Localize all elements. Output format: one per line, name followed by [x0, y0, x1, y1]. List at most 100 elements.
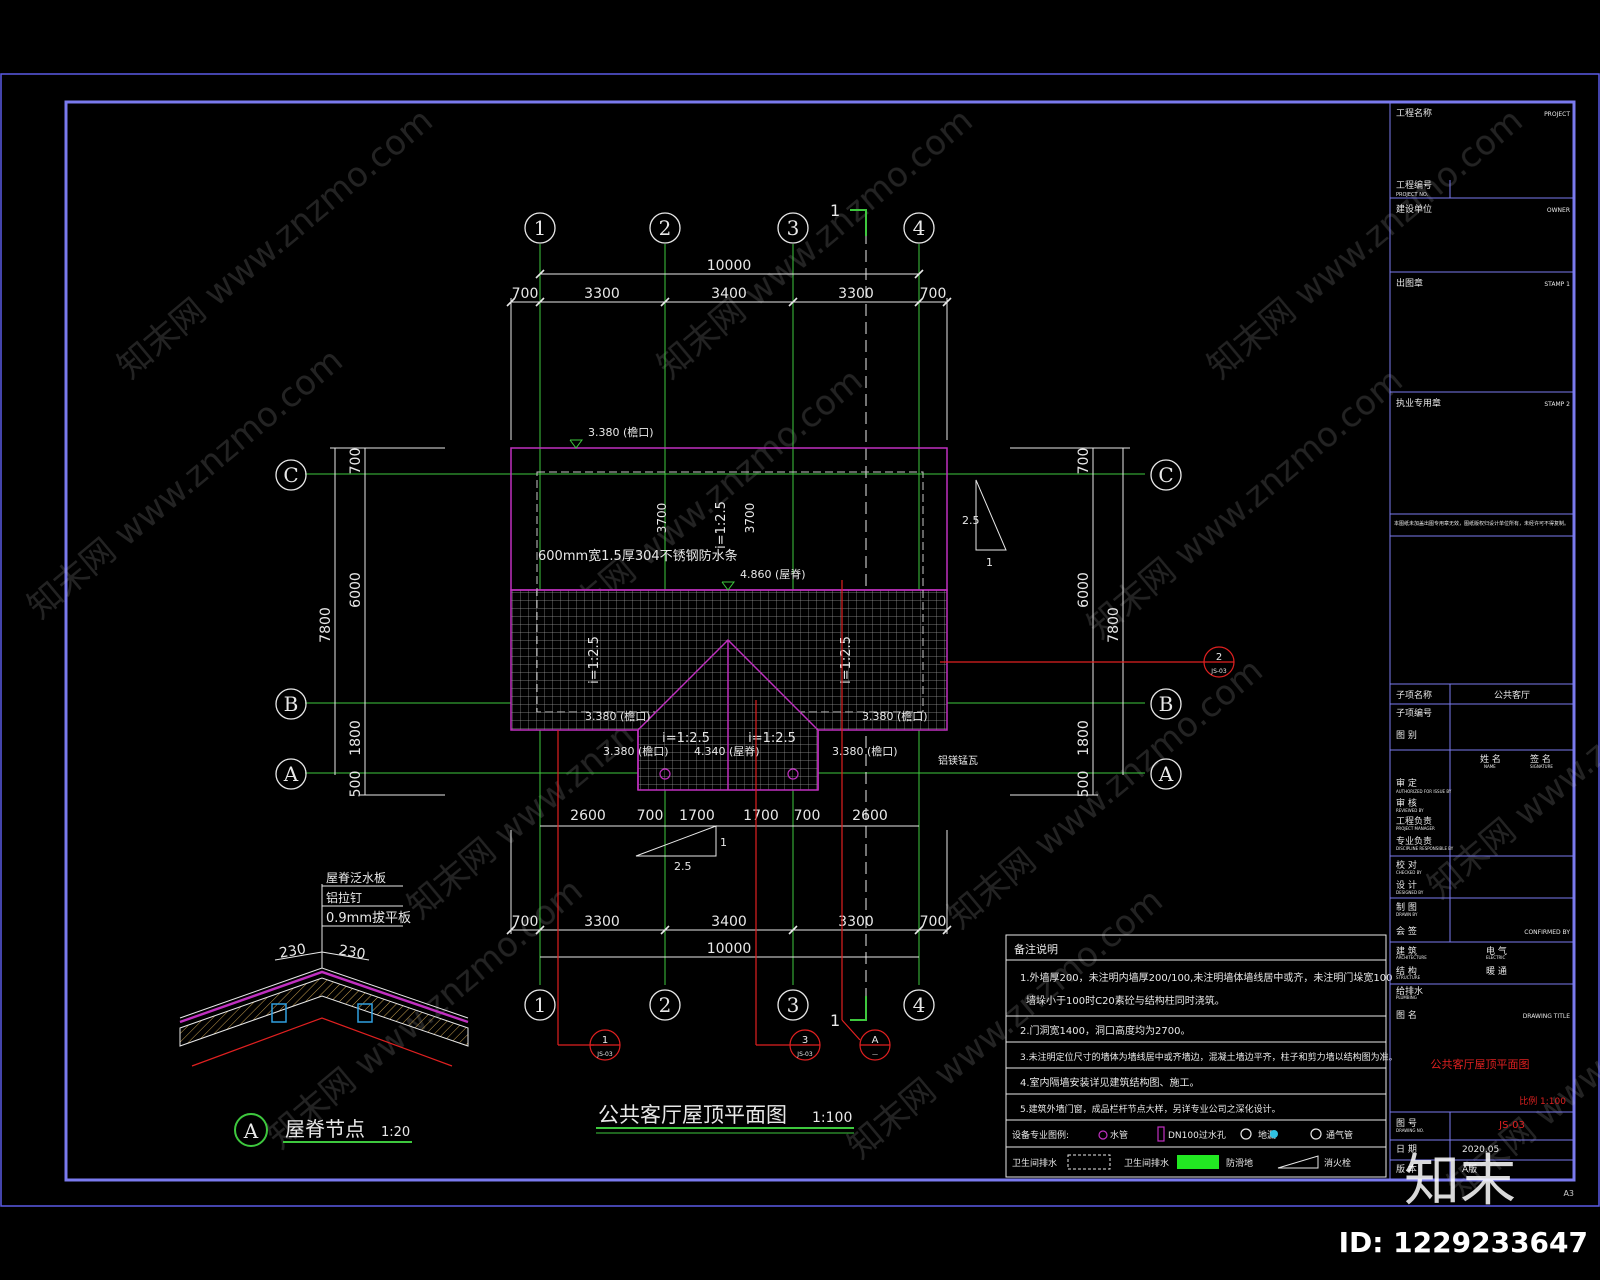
dim-right-seg-1: 700 [1076, 448, 1092, 475]
legend1-label: 设备专业图例: [1012, 1129, 1069, 1141]
tb-drawtitle-val: 公共客厅屋顶平面图 [1431, 1057, 1530, 1071]
tb-arch-en: ARCHITECTURE [1396, 955, 1427, 960]
main-title-scale: 1:100 [812, 1110, 852, 1126]
section-mark-bottom: 1 [830, 1011, 840, 1030]
tb-project-no-en: PROJECT NO. [1396, 192, 1429, 198]
detail-label-rivet: 铝拉钉 [326, 890, 362, 905]
dim-top-seg-5: 700 [920, 286, 947, 302]
note-2: 2.门洞宽1400，洞口高度均为2700。 [1020, 1024, 1190, 1037]
slope-porch-left: i=1:2.5 [662, 731, 710, 746]
tb-subproject-val: 公共客厅 [1494, 689, 1530, 701]
elev-top: 3.380 (檐口) [588, 425, 654, 439]
main-title: 公共客厅屋顶平面图 [598, 1103, 787, 1127]
tb-conf-en: CONFIRMED BY [1524, 929, 1570, 936]
axis-2-top: 2 [659, 216, 672, 240]
watermark-text: 知末网 www.znzmo.com [110, 100, 441, 386]
dim-inner-3700-b: 3700 [743, 503, 757, 534]
tb-review-en: REVIEWED BY [1396, 808, 1424, 813]
tb-subproject: 子项名称 [1396, 689, 1432, 701]
water-pipe-icon [1098, 1130, 1108, 1140]
detail-dim-right: 230 [337, 942, 366, 962]
dim-left-seg-4: 500 [348, 771, 364, 798]
detail-label-flashing: 屋脊泛水板 [326, 871, 386, 885]
tb-pm-en: PROJECT MANAGER [1396, 826, 1435, 831]
callout-a-num: A [872, 1035, 879, 1046]
axis-a-right: A [1158, 762, 1174, 786]
dim-porch-seg-6: 2600 [852, 808, 888, 824]
dim-top-seg-4: 3300 [838, 286, 874, 302]
legend1-water: 水管 [1110, 1129, 1128, 1141]
dim-porch-seg-2: 700 [637, 808, 664, 824]
hydrant-icon [1277, 1155, 1319, 1169]
floor-drain-icon [1240, 1128, 1252, 1140]
callout-1-num: 1 [602, 1035, 608, 1046]
dim-right-seg-4: 500 [1076, 771, 1092, 798]
dim-top-total: 10000 [707, 258, 752, 274]
dim-bot-seg-1: 700 [512, 914, 539, 930]
note-3: 3.未注明定位尺寸的墙体为墙线居中或齐墙边，混凝土墙边平齐，柱子和剪力墙以结构图… [1020, 1051, 1398, 1063]
tb-drawtitle: 图 名 [1396, 1009, 1417, 1021]
legend2-label: 卫生间排水 [1012, 1157, 1057, 1169]
callout-2-sheet: JS-03 [1210, 668, 1227, 675]
pitch-2-run: 2.5 [674, 860, 692, 873]
tb-check-en: CHECKED BY [1396, 870, 1422, 875]
elev-porch-left: 3.380 (檐口) [603, 744, 669, 758]
dim-bot-seg-3: 3400 [711, 914, 747, 930]
callout-3-num: 3 [802, 1035, 808, 1046]
elev-ridge: 4.860 (屋脊) [740, 567, 806, 581]
dim-top-seg-3: 3400 [711, 286, 747, 302]
note-4: 4.室内隔墙安装详见建筑结构图、施工。 [1020, 1076, 1200, 1089]
dim-left-seg-2: 6000 [348, 572, 364, 608]
image-id: ID: 1229233647 [1339, 1226, 1588, 1259]
tb-struct-en: STRUCTURE [1396, 975, 1421, 980]
dim-right-seg-3: 1800 [1076, 720, 1092, 756]
dim-left-total: 7800 [318, 607, 334, 643]
floor-finish-swatch [1177, 1155, 1219, 1169]
tb-stamp1: 出图章 [1396, 277, 1423, 289]
watermark-text: 知末网 www.znzmo.com [1080, 360, 1411, 646]
tb-plumb-en: PLUMBING [1396, 995, 1417, 1000]
tb-project-no: 工程编号 [1396, 179, 1432, 191]
axis-2-bottom: 2 [659, 993, 672, 1017]
section-mark-top: 1 [830, 201, 840, 220]
pitch-1-rise: 1 [986, 556, 993, 569]
watermark-text: 知末网 www.znzmo.com [940, 650, 1271, 936]
note-1b: 墙垛小于100时C20素砼与结构柱同时浇筑。 [1026, 994, 1225, 1007]
pitch-1-run: 2.5 [962, 514, 980, 527]
tb-stamp-note: 本图纸未加盖出图专用章无效，图纸版权归设计单位所有，未经许可不得复制。 [1394, 520, 1569, 527]
tb-design-en: DESIGNED BY [1396, 890, 1424, 895]
tb-project-en: PROJECT [1544, 111, 1570, 118]
tb-project: 工程名称 [1396, 107, 1432, 119]
dim-porch-seg-3: 1700 [679, 808, 715, 824]
vent-icon [1310, 1128, 1322, 1140]
cad-drawing: 知末网 www.znzmo.com 知末网 www.znzmo.com 知末网 ww… [0, 73, 1600, 1259]
dim-bot-total: 10000 [707, 941, 752, 957]
brand-logo: 知末 [1404, 1149, 1516, 1214]
detail-label-plate: 0.9mm拔平板 [326, 911, 411, 926]
legend1-vent: 通气管 [1326, 1129, 1353, 1141]
tb-sheetno-en: DRAWING NO. [1396, 1128, 1424, 1133]
axis-a-left: A [283, 762, 299, 786]
pitch-2-rise: 1 [720, 836, 727, 849]
elev-left-b: 3.380 (檐口) [585, 709, 651, 723]
tile-note: 铝镁锰瓦 [938, 754, 978, 767]
flashing-note: 600mm宽1.5厚304不锈钢防水条 [538, 548, 738, 564]
note-5: 5.建筑外墙门窗，成品栏杆节点大样，另详专业公司之深化设计。 [1020, 1103, 1281, 1115]
detail-title: 屋脊节点 [285, 1117, 365, 1141]
tb-hvac: 暖 通 [1486, 965, 1507, 977]
callout-2-num: 2 [1216, 652, 1222, 663]
tb-dis-en: DISCIPLINE RESPONSIBLE BY [1396, 846, 1454, 851]
dim-top-seg-1: 700 [512, 286, 539, 302]
dim-bot-seg-5: 700 [920, 914, 947, 930]
tb-sign-en: SIGNATURE [1530, 764, 1553, 769]
legend2-floor: 防滑地 [1226, 1157, 1253, 1169]
detail-bubble-letter: A [243, 1119, 259, 1143]
axis-3-bottom: 3 [787, 993, 800, 1017]
dim-top-seg-2: 3300 [584, 286, 620, 302]
tb-elec-en: ELECTRIC [1486, 955, 1505, 960]
legend1-hole: DN100过水孔 [1168, 1129, 1226, 1141]
watermark-text: 知末网 www.znzmo.com [650, 100, 981, 386]
notes-heading: 备注说明 [1014, 942, 1058, 956]
drain-dot-icon [1270, 1130, 1278, 1138]
tb-sheet: 图 别 [1396, 730, 1417, 741]
